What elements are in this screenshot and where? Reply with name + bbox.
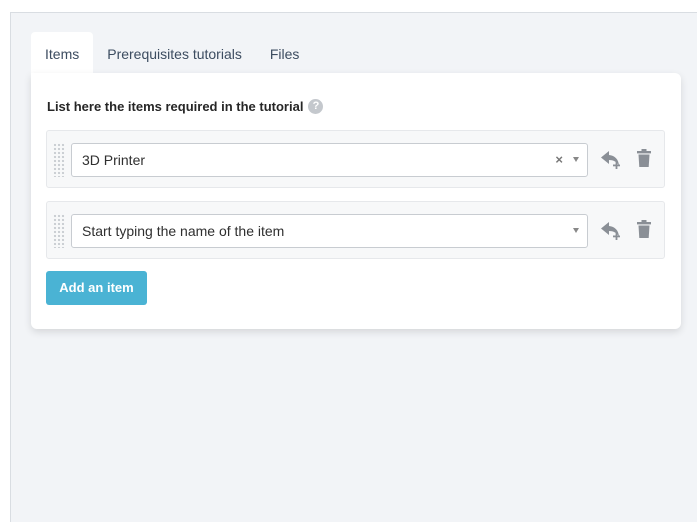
help-icon[interactable]: ? — [308, 99, 324, 114]
section-title-text: List here the items required in the tuto… — [47, 99, 304, 114]
drag-handle-icon[interactable] — [53, 143, 65, 177]
tab-items[interactable]: Items — [31, 32, 94, 74]
tab-prerequisites-tutorials[interactable]: Prerequisites tutorials — [93, 32, 256, 74]
editor-panel: Items Prerequisites tutorials Files List… — [10, 12, 697, 522]
tab-bar: Items Prerequisites tutorials Files — [31, 32, 313, 74]
drag-handle-icon[interactable] — [53, 214, 65, 248]
item-select-value: 3D Printer — [82, 152, 146, 168]
trash-icon[interactable] — [637, 149, 651, 167]
item-row: Start typing the name of the item — [46, 201, 665, 259]
clear-icon[interactable]: × — [555, 144, 563, 176]
item-select[interactable]: Start typing the name of the item — [71, 214, 588, 248]
chevron-down-icon[interactable] — [573, 157, 579, 162]
section-title: List here the items required in the tuto… — [47, 99, 324, 114]
item-row: 3D Printer × — [46, 130, 665, 188]
item-select[interactable]: 3D Printer × — [71, 143, 588, 177]
add-item-button[interactable]: Add an item — [46, 271, 147, 305]
trash-icon[interactable] — [637, 220, 651, 238]
chevron-down-icon[interactable] — [573, 228, 579, 233]
reply-add-icon[interactable] — [600, 219, 622, 243]
reply-add-icon[interactable] — [600, 148, 622, 172]
tab-files[interactable]: Files — [256, 32, 314, 74]
item-select-placeholder: Start typing the name of the item — [82, 223, 285, 239]
items-card: List here the items required in the tuto… — [31, 73, 681, 329]
